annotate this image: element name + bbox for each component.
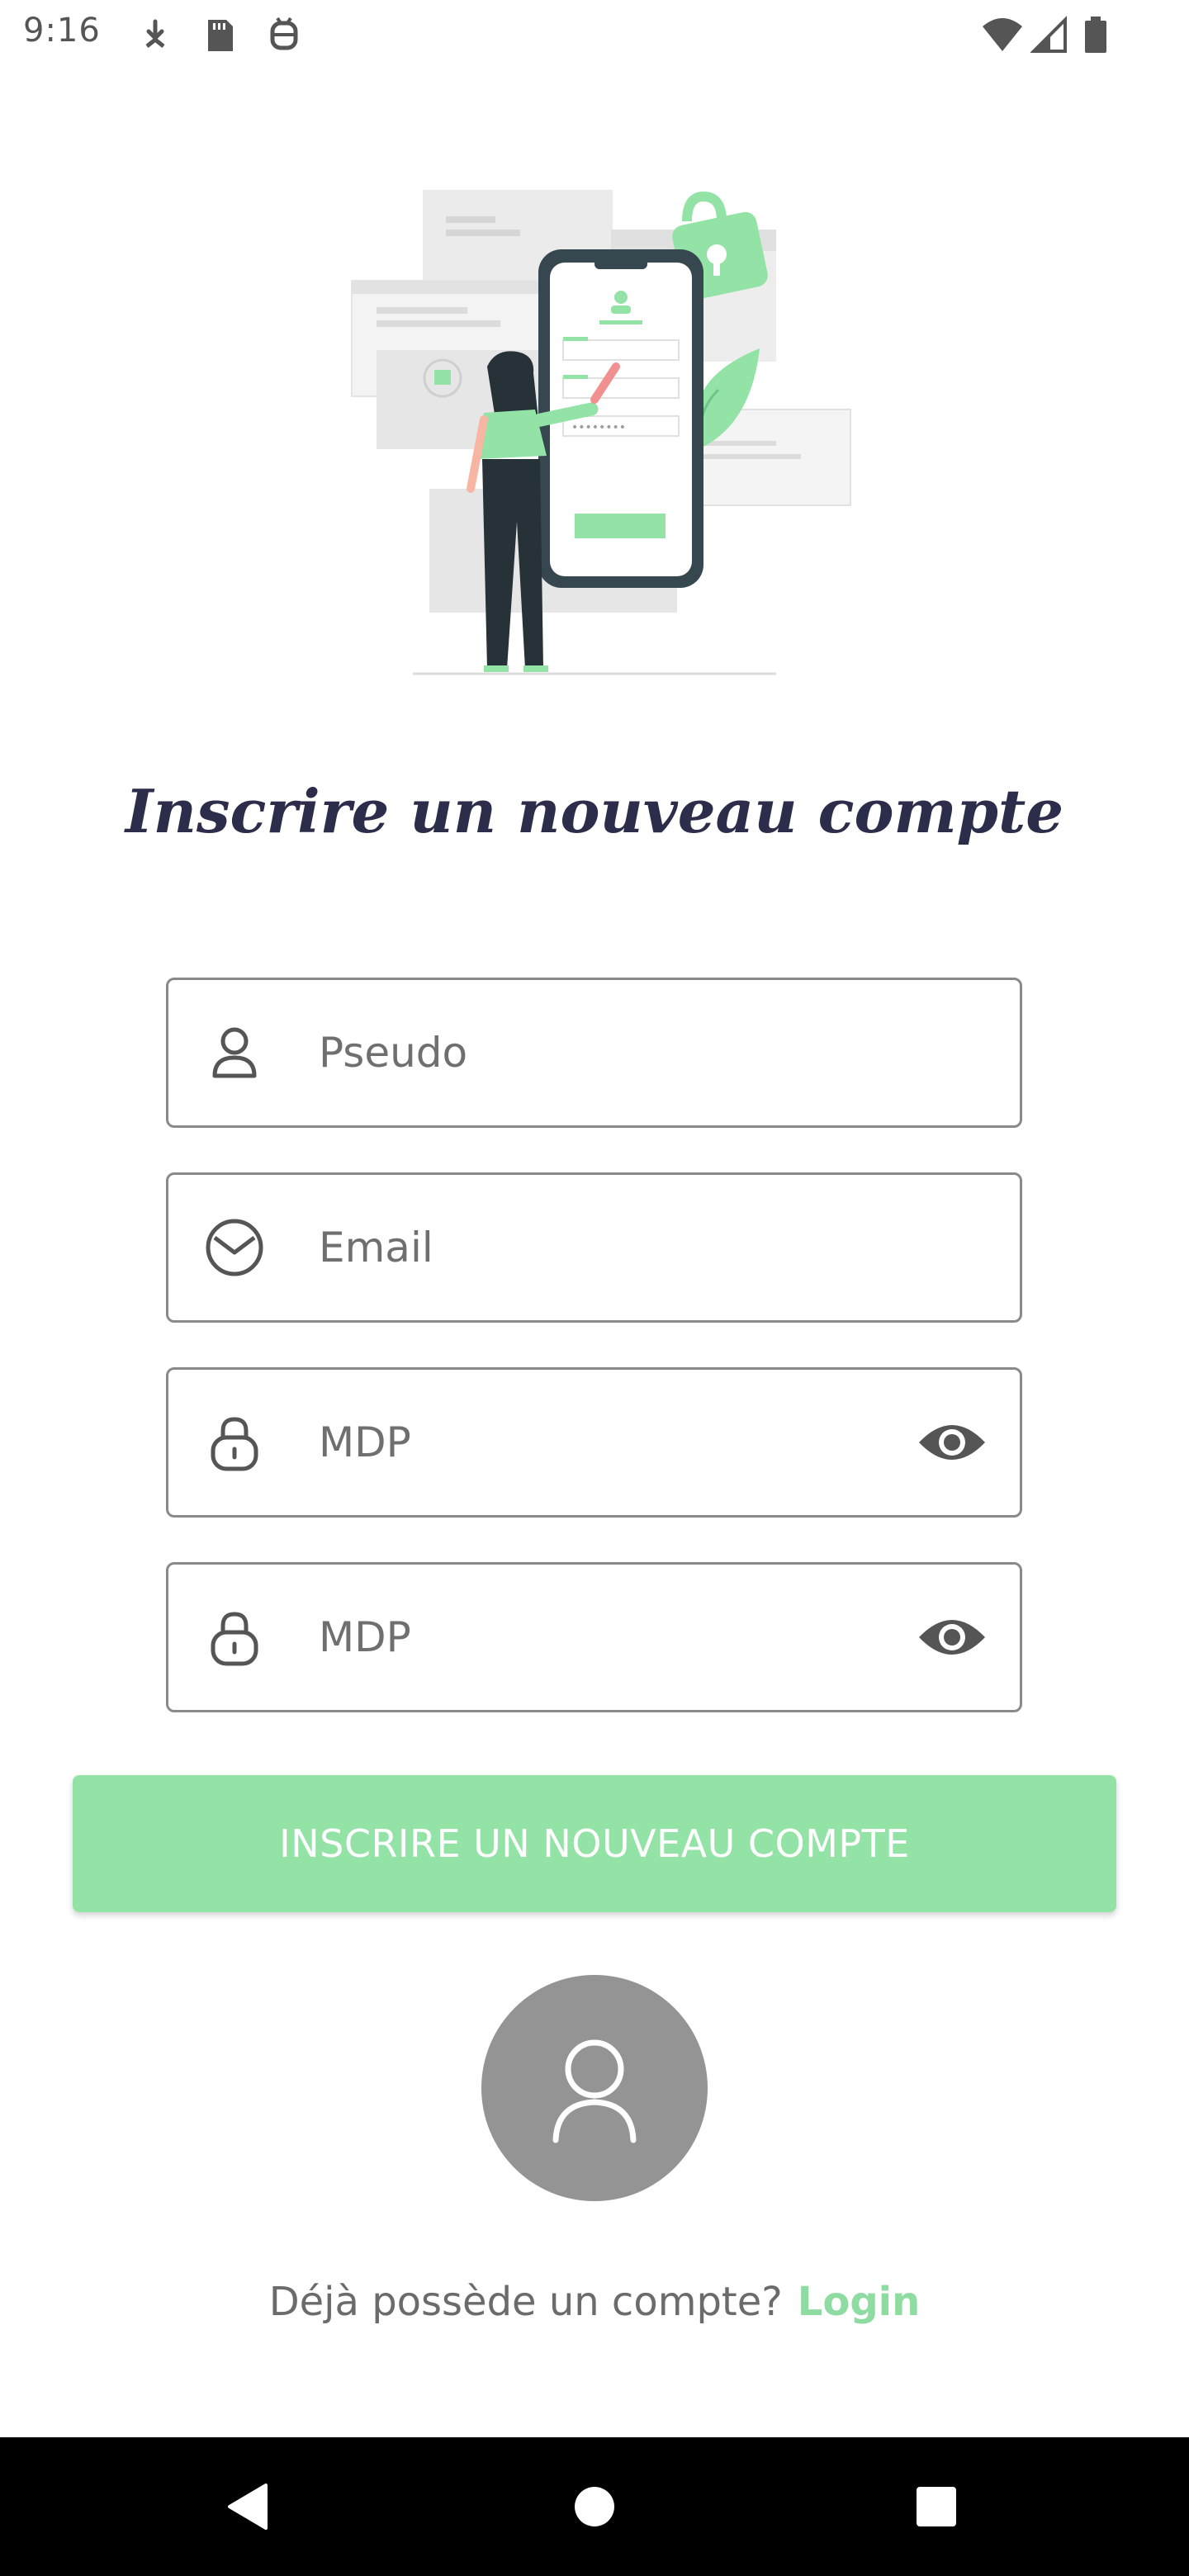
eye-icon[interactable] <box>917 1418 987 1467</box>
username-field[interactable] <box>166 978 1022 1128</box>
register-screen: 9:16 •••••••• Inscrire un nouveau compte… <box>0 0 1189 2576</box>
confirm-password-input[interactable] <box>319 1565 913 1710</box>
download-notification-icon <box>145 19 165 48</box>
svg-text:••••••••: •••••••• <box>571 421 626 434</box>
android-debug-icon <box>270 17 298 50</box>
status-bar: 9:16 <box>0 0 1189 69</box>
email-field[interactable] <box>166 1172 1022 1323</box>
password-field[interactable] <box>166 1367 1022 1518</box>
cellular-signal-icon <box>1030 16 1067 53</box>
login-prompt: Déjà possède un compte? <box>268 2279 783 2325</box>
battery-icon <box>1085 17 1106 53</box>
back-icon[interactable] <box>208 2467 287 2546</box>
login-footer: Déjà possède un compte? Login <box>0 2279 1189 2325</box>
navigation-bar <box>0 2437 1189 2576</box>
person-icon <box>552 2039 637 2143</box>
envelope-icon <box>206 1219 263 1276</box>
sd-card-icon <box>208 20 233 51</box>
status-time: 9:16 <box>23 12 101 50</box>
lock-icon <box>211 1417 258 1471</box>
wifi-icon <box>983 18 1022 51</box>
eye-icon[interactable] <box>917 1612 987 1662</box>
register-button[interactable]: INSCRIRE UN NOUVEAU COMPTE <box>73 1775 1116 1912</box>
lock-icon <box>211 1612 258 1666</box>
confirm-password-field[interactable] <box>166 1562 1022 1712</box>
recents-icon[interactable] <box>897 2467 976 2546</box>
username-input[interactable] <box>319 980 913 1125</box>
avatar-picker[interactable] <box>481 1975 708 2201</box>
person-icon <box>212 1027 257 1078</box>
home-icon[interactable] <box>555 2467 634 2546</box>
page-title: Inscrire un nouveau compte <box>125 776 1064 846</box>
email-input[interactable] <box>319 1175 913 1320</box>
login-link[interactable]: Login <box>798 2279 921 2325</box>
signup-illustration: •••••••• <box>351 190 851 675</box>
password-input[interactable] <box>319 1370 913 1515</box>
